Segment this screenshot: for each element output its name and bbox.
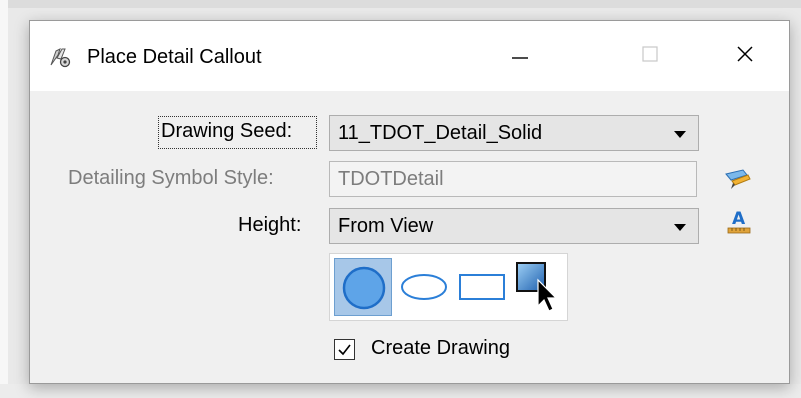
height-dropdown[interactable]: From View bbox=[329, 208, 699, 244]
background-toolbar-strip bbox=[0, 0, 801, 8]
create-drawing-label[interactable]: Create Drawing bbox=[371, 337, 510, 360]
ellipse-shape-icon bbox=[398, 271, 450, 308]
minimize-icon bbox=[510, 44, 530, 69]
height-label: Height: bbox=[238, 214, 302, 236]
window-title: Place Detail Callout bbox=[87, 46, 262, 68]
checkmark-icon bbox=[336, 341, 353, 363]
background-bottom-edge bbox=[0, 384, 801, 398]
drawing-seed-value: 11_TDOT_Detail_Solid bbox=[338, 122, 543, 144]
drawing-seed-dropdown[interactable]: 11_TDOT_Detail_Solid bbox=[329, 115, 699, 151]
maximize-button[interactable] bbox=[627, 37, 673, 75]
place-detail-callout-dialog: Place Detail Callout Drawing Seed: 11_TD… bbox=[29, 20, 790, 384]
detail-callout-app-icon bbox=[48, 45, 72, 69]
height-value: From View bbox=[338, 215, 434, 237]
square-shape-icon bbox=[514, 260, 566, 319]
text-height-icon[interactable]: A bbox=[723, 207, 753, 237]
circle-shape-icon bbox=[341, 265, 387, 316]
circle-shape-button[interactable] bbox=[334, 258, 392, 316]
square-shape-button[interactable] bbox=[512, 258, 564, 316]
chevron-down-icon bbox=[674, 224, 686, 231]
rectangle-shape-icon bbox=[458, 271, 506, 308]
edit-style-icon[interactable] bbox=[723, 165, 753, 195]
create-drawing-checkbox[interactable] bbox=[334, 339, 355, 360]
minimize-button[interactable] bbox=[497, 37, 543, 75]
chevron-down-icon bbox=[674, 131, 686, 138]
svg-text:A: A bbox=[732, 209, 746, 229]
detailing-symbol-style-label: Detailing Symbol Style: bbox=[68, 167, 274, 189]
detailing-symbol-style-field: TDOTDetail bbox=[329, 161, 697, 197]
rectangle-shape-button[interactable] bbox=[454, 258, 510, 316]
callout-shape-selector bbox=[329, 253, 568, 321]
title-bar[interactable]: Place Detail Callout bbox=[30, 21, 789, 91]
close-button[interactable] bbox=[722, 37, 768, 75]
detailing-symbol-style-value: TDOTDetail bbox=[338, 168, 444, 190]
maximize-icon bbox=[640, 44, 660, 69]
ellipse-shape-button[interactable] bbox=[396, 258, 452, 316]
background-left-edge bbox=[0, 0, 8, 398]
drawing-seed-label: Drawing Seed: bbox=[161, 120, 293, 142]
close-icon bbox=[735, 44, 755, 69]
